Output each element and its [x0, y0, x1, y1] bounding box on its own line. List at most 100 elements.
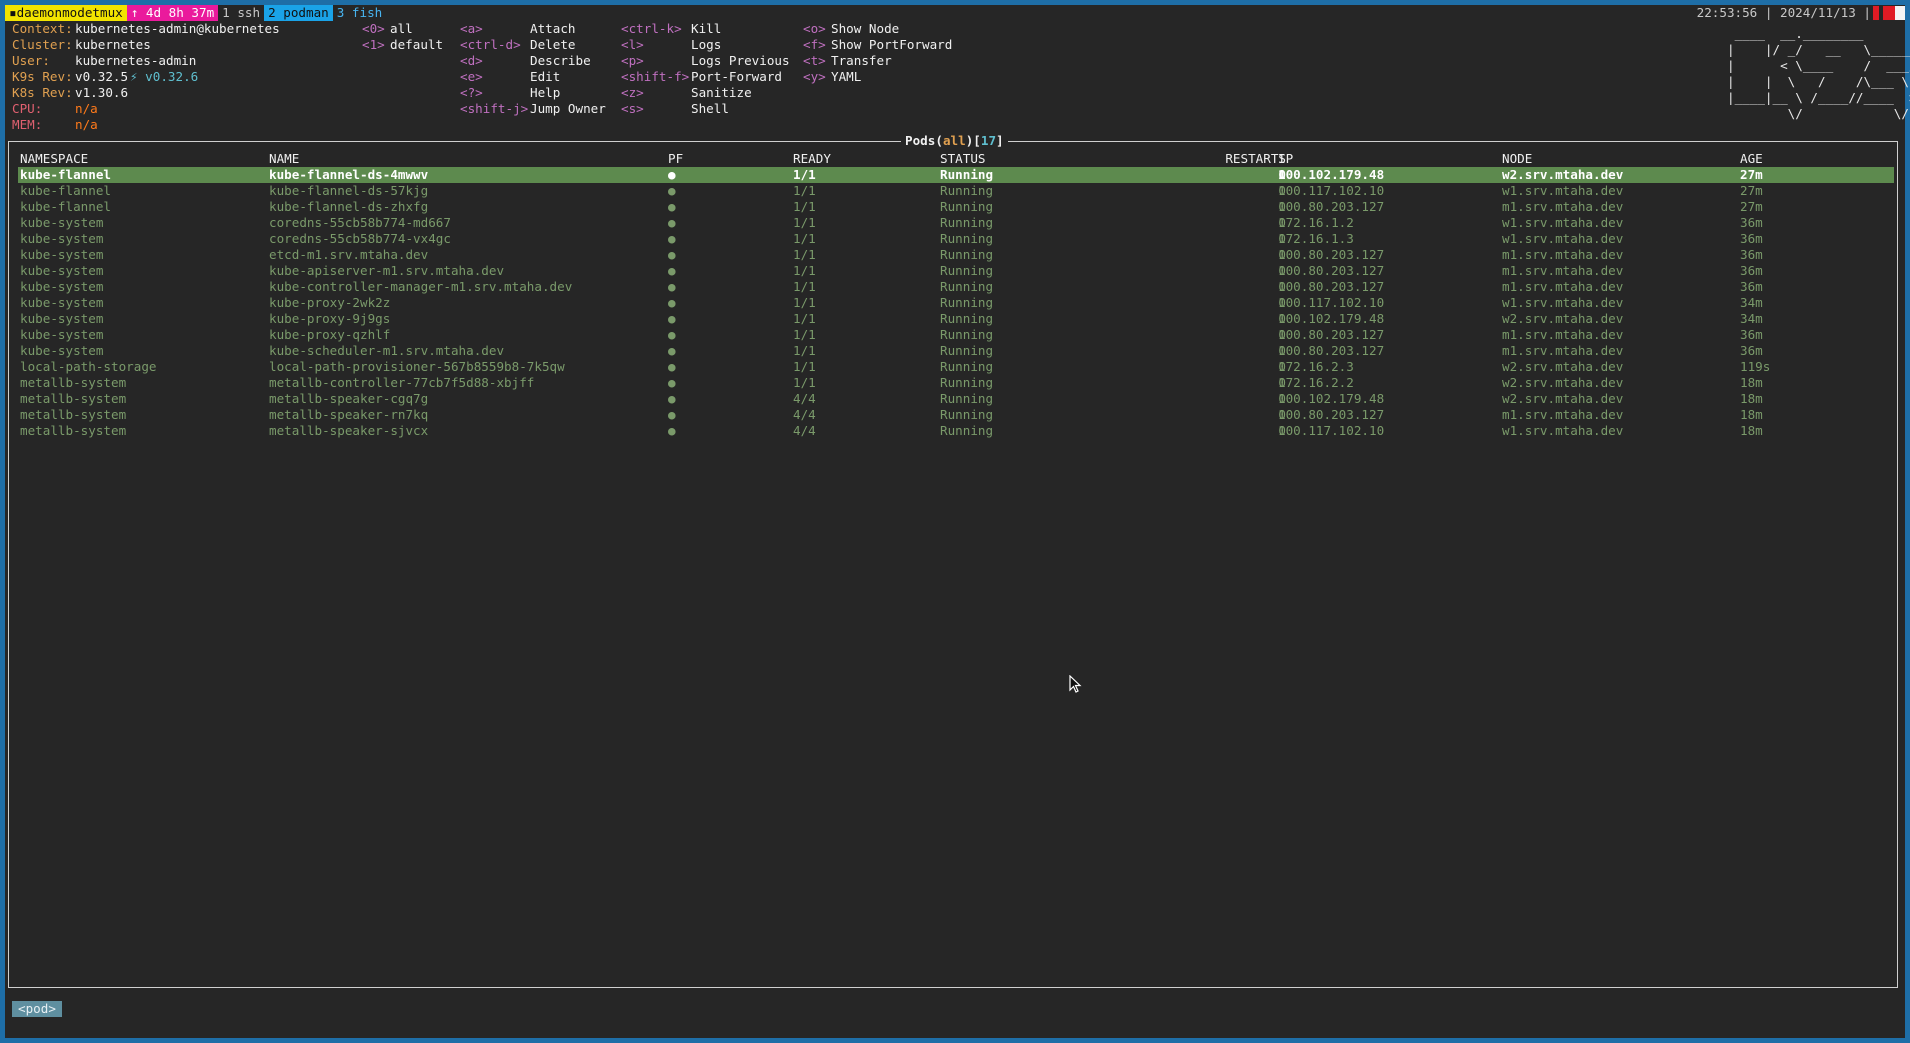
- hotkey-jump-owner[interactable]: Jump Owner: [530, 101, 606, 117]
- table-row[interactable]: metallb-system metallb-speaker-rn7kq ● 4/4 R…: [18, 407, 1894, 423]
- cell-status: Running: [940, 311, 994, 326]
- hotkey-help[interactable]: Help: [530, 85, 560, 101]
- cell-node: m1.srv.mtaha.dev: [1502, 199, 1624, 214]
- cell-age: 36m: [1740, 247, 1763, 262]
- session-icon: ▪: [9, 5, 17, 20]
- hotkey-key: <y>: [803, 69, 826, 84]
- cell-ready: 1/1: [793, 343, 816, 358]
- cell-name: coredns-55cb58b774-md667: [269, 215, 451, 230]
- cell-age: 18m: [1740, 391, 1763, 406]
- col-restarts[interactable]: RESTARTS: [1178, 151, 1286, 167]
- cell-name: kube-controller-manager-m1.srv.mtaha.dev: [269, 279, 573, 294]
- cell-ready: 4/4: [793, 391, 816, 406]
- context-label: Context:: [12, 21, 73, 36]
- cell-name: kube-scheduler-m1.srv.mtaha.dev: [269, 343, 505, 358]
- table-row[interactable]: kube-flannel kube-flannel-ds-zhxfg ● 1/1 Run…: [18, 199, 1894, 215]
- k8s-rev-value: v1.30.6: [75, 85, 129, 100]
- cell-age: 18m: [1740, 423, 1763, 438]
- cell-namespace: kube-flannel: [20, 199, 111, 214]
- cell-name: metallb-speaker-rn7kq: [269, 407, 429, 422]
- cell-pf: ●: [668, 423, 676, 438]
- cell-status: Running: [940, 391, 994, 406]
- hotkey-edit[interactable]: Edit: [530, 69, 560, 85]
- hotkey-logs-previous[interactable]: Logs Previous: [691, 53, 790, 69]
- hotkey-show-node[interactable]: Show Node: [831, 21, 899, 37]
- breadcrumb[interactable]: <pod>: [12, 1001, 62, 1017]
- cell-namespace: metallb-system: [20, 391, 127, 406]
- hotkey-port-forward[interactable]: Port-Forward: [691, 69, 782, 85]
- table-row[interactable]: metallb-system metallb-controller-77cb7f5…: [18, 375, 1894, 391]
- cell-name: metallb-controller-77cb7f5d88-xbjff: [269, 375, 535, 390]
- cell-status: Running: [940, 343, 994, 358]
- table-row[interactable]: kube-flannel kube-flannel-ds-57kjg ● 1/1 Run…: [18, 183, 1894, 199]
- cell-namespace: kube-system: [20, 311, 104, 326]
- table-row[interactable]: kube-system kube-proxy-qzhlf ● 1/1 Running 0 1…: [18, 327, 1894, 343]
- hotkey-describe[interactable]: Describe: [530, 53, 591, 69]
- col-age[interactable]: AGE: [1740, 151, 1763, 167]
- ns-all[interactable]: all: [390, 21, 413, 37]
- cell-age: 27m: [1740, 199, 1763, 214]
- cell-name: kube-proxy-9j9gs: [269, 311, 391, 326]
- cell-ready: 1/1: [793, 295, 816, 310]
- cell-restarts: 0: [1278, 247, 1286, 262]
- cell-namespace: kube-system: [20, 295, 104, 310]
- hotkey-yaml[interactable]: YAML: [831, 69, 861, 85]
- cell-restarts: 0: [1278, 311, 1286, 326]
- cell-ip: 100.117.102.10: [1278, 183, 1385, 198]
- ns-default[interactable]: default: [390, 37, 443, 53]
- hotkey-shell[interactable]: Shell: [691, 101, 729, 117]
- table-row[interactable]: kube-system kube-proxy-9j9gs ● 1/1 Running 0 1…: [18, 311, 1894, 327]
- cell-ip: 100.80.203.127: [1278, 343, 1385, 358]
- col-pf[interactable]: PF: [668, 151, 683, 167]
- col-name[interactable]: NAME: [269, 151, 299, 167]
- table-row[interactable]: kube-system kube-apiserver-m1.srv.mtaha.d…: [18, 263, 1894, 279]
- col-namespace[interactable]: NAMESPACE: [20, 151, 88, 167]
- hotkey-sanitize[interactable]: Sanitize: [691, 85, 752, 101]
- hotkey-key: <z>: [621, 85, 644, 100]
- col-node[interactable]: NODE: [1502, 151, 1532, 167]
- table-row[interactable]: kube-flannel kube-flannel-ds-4mwwv ● 1/1 Run…: [18, 167, 1894, 183]
- cell-ip: 172.16.2.2: [1278, 375, 1354, 390]
- hotkey-key: <ctrl-d>: [460, 37, 521, 52]
- col-status[interactable]: STATUS: [940, 151, 986, 167]
- hotkey-attach[interactable]: Attach: [530, 21, 576, 37]
- cell-ip: 172.16.1.2: [1278, 215, 1354, 230]
- table-row[interactable]: kube-system kube-proxy-2wk2z ● 1/1 Running 0 1…: [18, 295, 1894, 311]
- cell-age: 36m: [1740, 263, 1763, 278]
- hotkey-logs[interactable]: Logs: [691, 37, 721, 53]
- col-ready[interactable]: READY: [793, 151, 831, 167]
- cell-ready: 1/1: [793, 263, 816, 278]
- tmux-window-3[interactable]: 3 fish: [333, 5, 387, 21]
- tmux-window-2[interactable]: 2 podman: [264, 5, 333, 21]
- table-row[interactable]: metallb-system metallb-speaker-cgq7g ● 4/4 R…: [18, 391, 1894, 407]
- cell-status: Running: [940, 231, 994, 246]
- tmux-status-bar: ▪daemonmodetmux ↑ 4d 8h 37m 1 ssh 2 podman 3…: [5, 5, 1905, 21]
- cell-ready: 1/1: [793, 231, 816, 246]
- hotkey-key: <t>: [803, 53, 826, 68]
- tmux-session-name[interactable]: ▪daemonmodetmux: [5, 5, 127, 21]
- cell-node: m1.srv.mtaha.dev: [1502, 327, 1624, 342]
- table-row[interactable]: kube-system etcd-m1.srv.mtaha.dev ● 1/1 Runn…: [18, 247, 1894, 263]
- cell-age: 119s: [1740, 359, 1771, 374]
- hotkey-kill[interactable]: Kill: [691, 21, 721, 37]
- hotkey-show-portforward[interactable]: Show PortForward: [831, 37, 952, 53]
- cell-name: local-path-provisioner-567b8559b8-7k5qw: [269, 359, 565, 374]
- cell-namespace: kube-system: [20, 231, 104, 246]
- table-row[interactable]: kube-system coredns-55cb58b774-vx4gc ● 1/1 R…: [18, 231, 1894, 247]
- table-row[interactable]: local-path-storage local-path-provisioner…: [18, 359, 1894, 375]
- hotkey-transfer[interactable]: Transfer: [831, 53, 892, 69]
- tmux-window-1[interactable]: 1 ssh: [218, 5, 264, 21]
- cell-pf: ●: [668, 327, 676, 342]
- hotkey-key: <a>: [460, 21, 483, 36]
- cell-name: coredns-55cb58b774-vx4gc: [269, 231, 451, 246]
- hotkey-delete[interactable]: Delete: [530, 37, 576, 53]
- cell-name: kube-apiserver-m1.srv.mtaha.dev: [269, 263, 505, 278]
- table-row[interactable]: kube-system coredns-55cb58b774-md667 ● 1/1 R…: [18, 215, 1894, 231]
- table-row[interactable]: kube-system kube-scheduler-m1.srv.mtaha.d…: [18, 343, 1894, 359]
- table-row[interactable]: kube-system kube-controller-manager-m1.sr…: [18, 279, 1894, 295]
- cell-status: Running: [940, 215, 994, 230]
- hotkey-key: <shift-f>: [621, 69, 690, 84]
- cell-node: m1.srv.mtaha.dev: [1502, 407, 1624, 422]
- table-row[interactable]: metallb-system metallb-speaker-sjvcx ● 4/4 R…: [18, 423, 1894, 439]
- col-ip[interactable]: IP: [1278, 151, 1293, 167]
